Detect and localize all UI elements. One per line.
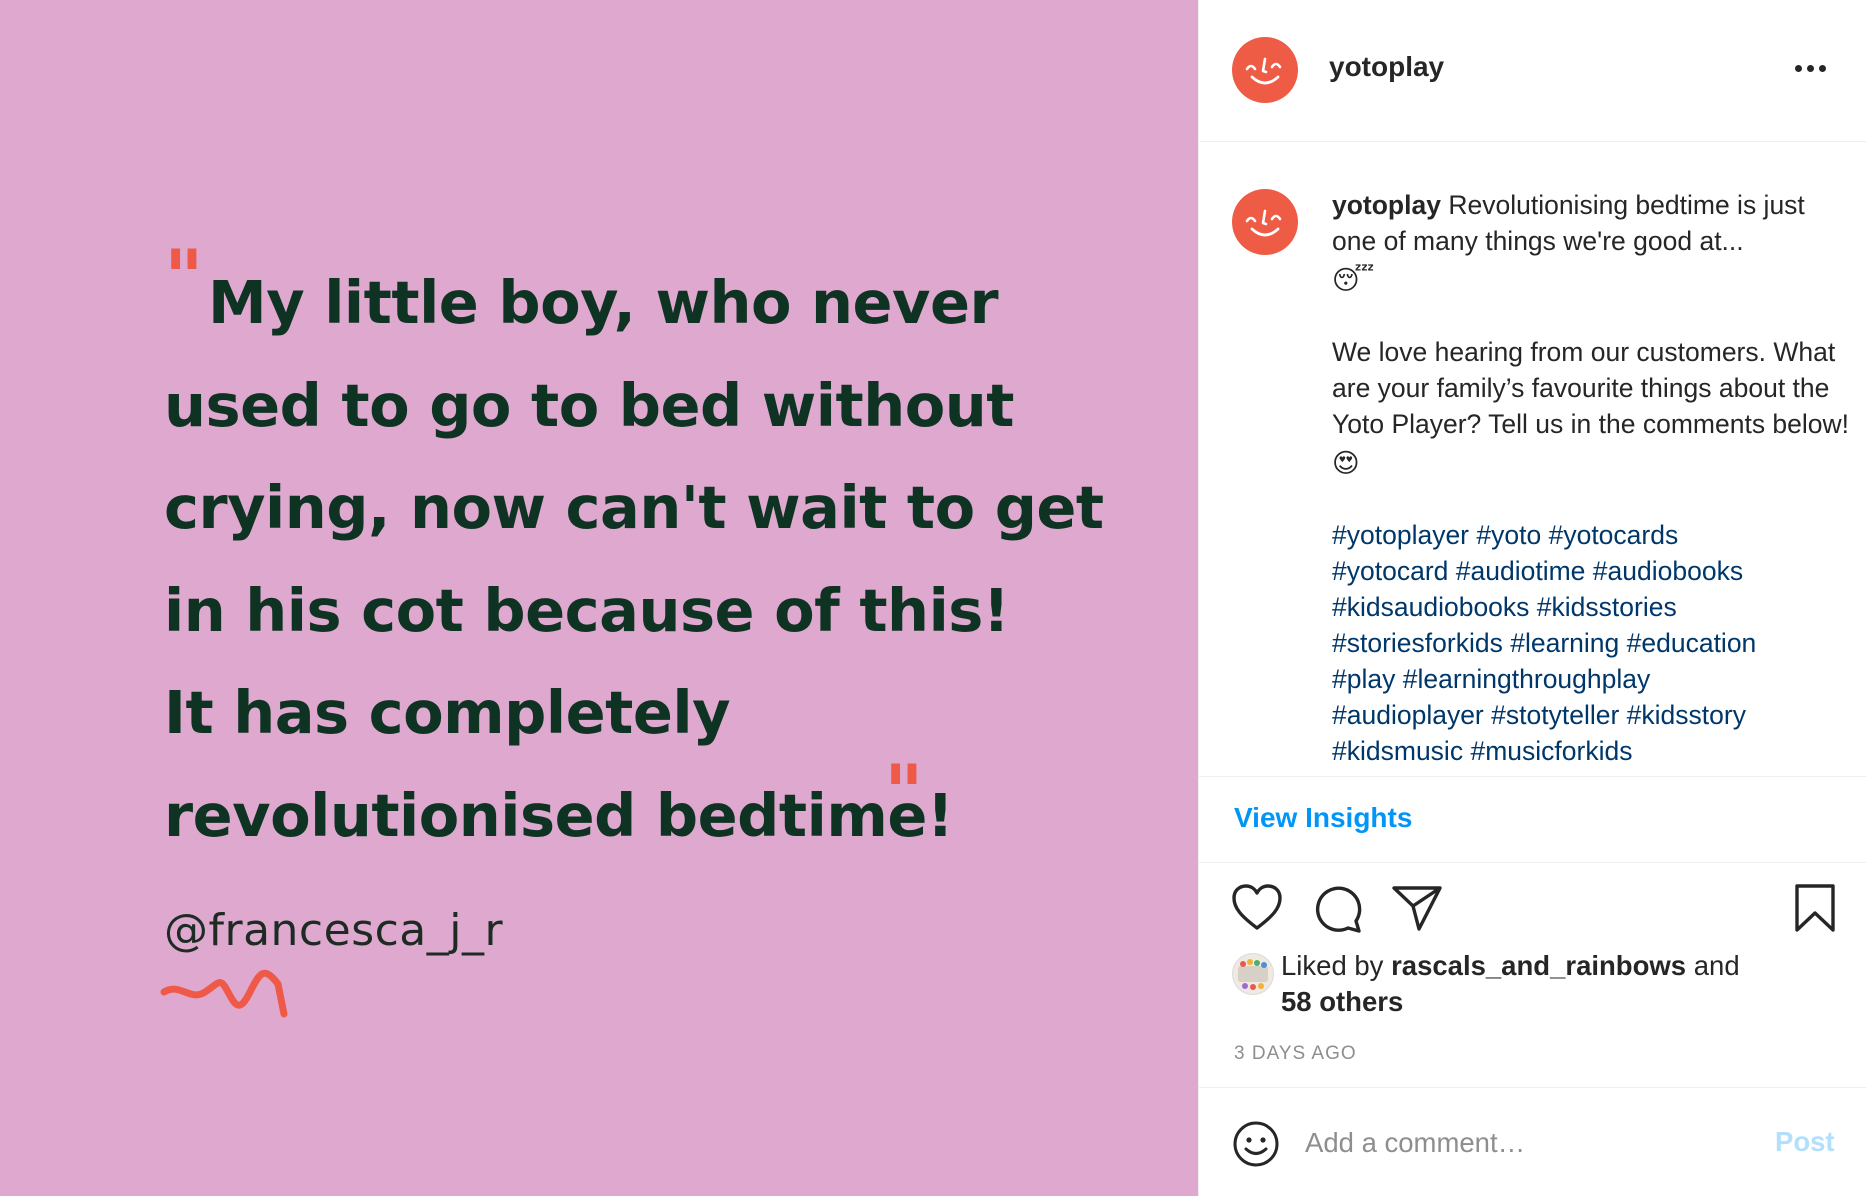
hashtag-link[interactable]: #yoto — [1476, 520, 1541, 550]
hashtag-link[interactable]: #audioplayer — [1332, 700, 1484, 730]
testimonial-quote: My little boy, who never used to go to b… — [164, 252, 1104, 867]
hashtag-link[interactable]: #kidsaudiobooks — [1332, 592, 1529, 622]
insights-row: View Insights — [1199, 777, 1866, 863]
hashtag-link[interactable]: #education — [1627, 628, 1757, 658]
smiley-face-icon — [1245, 57, 1282, 85]
post-image[interactable]: " My little boy, who never used to go to… — [0, 0, 1198, 1196]
more-dot — [1807, 65, 1814, 72]
post-timestamp[interactable]: 3 DAYS AGO — [1234, 1043, 1357, 1065]
close-quote-mark: " — [884, 748, 924, 837]
more-options-button[interactable] — [1795, 56, 1839, 80]
caption-avatar[interactable] — [1232, 189, 1298, 255]
quote-line: crying, now can't wait to get — [164, 473, 1104, 542]
quote-line: revolutionised bedtime! — [164, 780, 954, 850]
hashtag-link[interactable]: #kidsstories — [1537, 592, 1677, 622]
hashtag-link[interactable]: #yotocard — [1332, 556, 1448, 586]
header-username[interactable]: yotoplay — [1329, 51, 1444, 83]
caption-area[interactable]: yotoplay Revolutionising bedtime is just… — [1199, 142, 1866, 777]
quote-line: It has completely — [164, 678, 731, 747]
hashtag-list: #yotoplayer #yoto #yotocards #yotocard #… — [1332, 517, 1852, 769]
comment-icon[interactable] — [1311, 883, 1363, 935]
liker-avatar[interactable] — [1232, 953, 1274, 995]
post-caption: yotoplay Revolutionising bedtime is just… — [1332, 187, 1852, 769]
squiggle-decoration-icon — [160, 969, 288, 1018]
smiley-face-icon — [1245, 209, 1282, 237]
more-dot — [1819, 65, 1826, 72]
bookmark-icon[interactable] — [1793, 883, 1837, 933]
quote-line: in his cot because of this! — [164, 575, 1010, 645]
liked-by-text: Liked by rascals_and_rainbows and 58 oth… — [1281, 948, 1841, 1020]
caption-body: We love hearing from our customers. What… — [1332, 337, 1850, 439]
post-actions: Liked by rascals_and_rainbows and 58 oth… — [1199, 863, 1866, 1086]
hashtag-link[interactable]: #kidsstory — [1627, 700, 1746, 730]
comment-input[interactable] — [1303, 1118, 1747, 1168]
caption-username[interactable]: yotoplay — [1332, 190, 1441, 220]
hashtag-link[interactable]: #storiesforkids — [1332, 628, 1503, 658]
liked-by-joiner: and — [1693, 950, 1740, 981]
hashtag-link[interactable]: #audiobooks — [1593, 556, 1743, 586]
hashtag-link[interactable]: #play — [1332, 664, 1395, 694]
post-header: yotoplay — [1199, 0, 1866, 142]
hashtag-link[interactable]: #yotoplayer — [1332, 520, 1469, 550]
quote-author-handle: @francesca_j_r — [164, 905, 504, 956]
sleeping-face-emoji-icon: 😴 — [1332, 265, 1375, 295]
post-side-panel: yotoplay yotoplay Revolutionising bedtim… — [1198, 0, 1866, 1196]
post-comment-button[interactable]: Post — [1775, 1126, 1835, 1158]
emoji-smiley-icon[interactable] — [1232, 1120, 1280, 1168]
hashtag-link[interactable]: #yotocards — [1549, 520, 1679, 550]
hashtag-link[interactable]: #audiotime — [1456, 556, 1586, 586]
hashtag-link[interactable]: #musicforkids — [1470, 736, 1632, 766]
liked-by-others-link[interactable]: 58 others — [1281, 986, 1403, 1017]
view-insights-link[interactable]: View Insights — [1234, 802, 1412, 834]
heart-eyes-emoji-icon: 😍 — [1332, 448, 1360, 478]
rainbow-logo-icon — [1238, 959, 1268, 990]
heart-icon[interactable] — [1231, 883, 1283, 933]
hashtag-link[interactable]: #kidsmusic — [1332, 736, 1463, 766]
hashtag-link[interactable]: #stotyteller — [1491, 700, 1619, 730]
account-avatar[interactable] — [1232, 37, 1298, 103]
quote-line: used to go to bed without — [164, 370, 1014, 440]
share-icon[interactable] — [1391, 883, 1443, 933]
liked-by-prefix: Liked by — [1281, 950, 1384, 981]
quote-line: My little boy, who never — [208, 268, 999, 337]
hashtag-link[interactable]: #learningthroughplay — [1403, 664, 1651, 694]
liked-by-user-link[interactable]: rascals_and_rainbows — [1391, 950, 1686, 981]
more-horizontal-icon — [1795, 65, 1802, 72]
comment-bar: Post — [1199, 1087, 1866, 1197]
hashtag-link[interactable]: #learning — [1510, 628, 1619, 658]
